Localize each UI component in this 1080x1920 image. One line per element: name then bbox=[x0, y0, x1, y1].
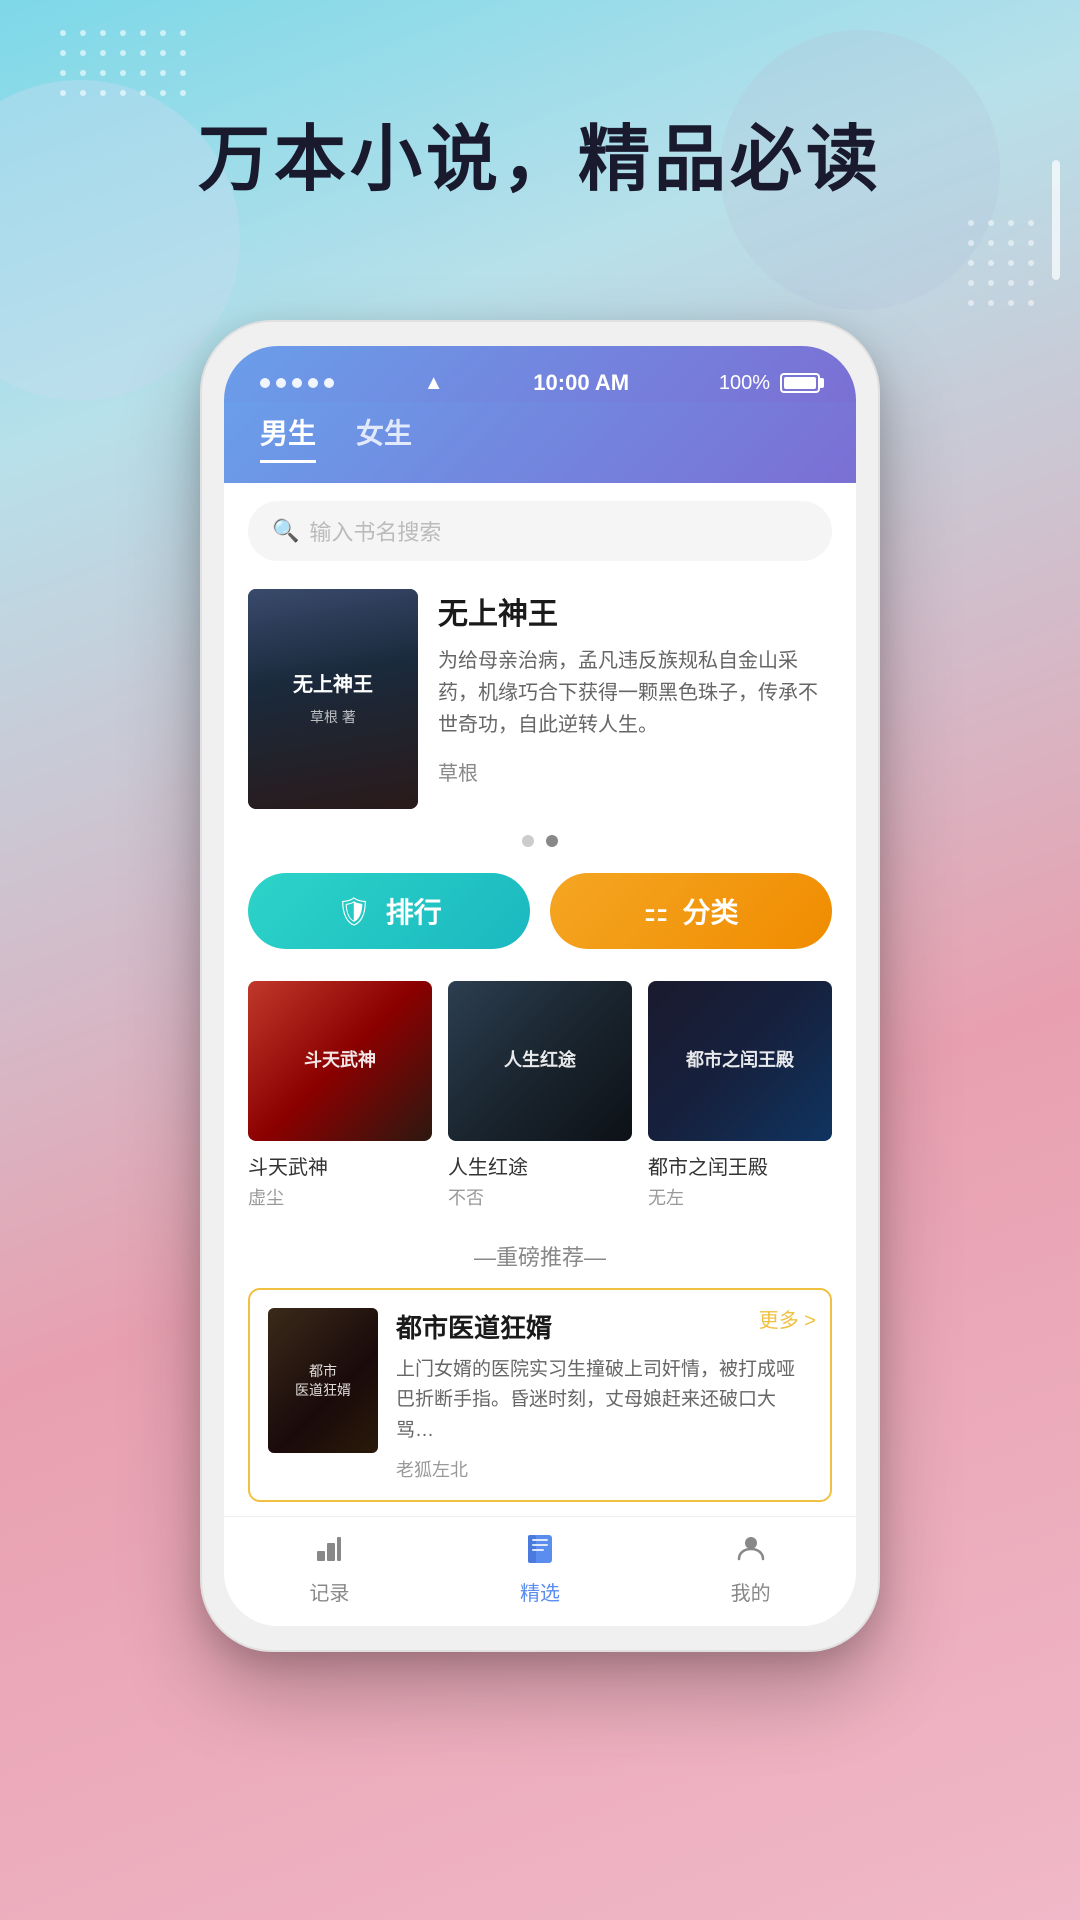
nav-label-mine: 我的 bbox=[731, 1577, 771, 1606]
featured-section: 无上神王 草根 著 无上神王 为给母亲治病，孟凡违反族规私自金山采药，机缘巧合下… bbox=[224, 579, 856, 819]
status-bar: ▲ 10:00 AM 100% bbox=[224, 346, 856, 402]
bg-dots-br bbox=[968, 220, 1040, 312]
status-right: 100% bbox=[719, 372, 820, 395]
bg-dots-tl bbox=[60, 30, 192, 102]
search-icon: 🔍 bbox=[272, 518, 299, 544]
recommendation-section: —重磅推荐— 更多 > 都市医道狂婿 都市医道狂婿 上门女婿的医院实习生撞破上司… bbox=[224, 1226, 856, 1516]
rec-cover-text: 都市医道狂婿 bbox=[291, 1358, 355, 1402]
book-author-2: 不否 bbox=[448, 1184, 632, 1210]
search-placeholder-text: 输入书名搜索 bbox=[309, 515, 441, 547]
cover-text-1: 斗天武神 bbox=[298, 1043, 382, 1078]
phone-inner: ▲ 10:00 AM 100% 男生 女生 🔍 输入书名搜索 bbox=[224, 346, 856, 1626]
tab-bar: 男生 女生 bbox=[224, 402, 856, 483]
phone-mockup: ▲ 10:00 AM 100% 男生 女生 🔍 输入书名搜索 bbox=[200, 320, 880, 1652]
book-name-1: 斗天武神 bbox=[248, 1151, 432, 1180]
cover-deco-1: 斗天武神 bbox=[248, 981, 432, 1141]
featured-title: 无上神王 bbox=[438, 589, 832, 633]
book-grid: 斗天武神 斗天武神 虚尘 人生红途 人生红途 不否 bbox=[224, 965, 856, 1226]
action-buttons: 🛡 排行 ⚏ 分类 bbox=[224, 857, 856, 965]
rank-button[interactable]: 🛡 排行 bbox=[248, 873, 530, 949]
book-grid-item-1[interactable]: 斗天武神 斗天武神 虚尘 bbox=[248, 981, 432, 1210]
category-icon: ⚏ bbox=[643, 895, 668, 928]
rec-title: 都市医道狂婿 bbox=[396, 1308, 812, 1345]
book-grid-item-2[interactable]: 人生红途 人生红途 不否 bbox=[448, 981, 632, 1210]
rec-divider: —重磅推荐— bbox=[248, 1240, 832, 1272]
featured-cover: 无上神王 草根 著 bbox=[248, 589, 418, 809]
signal-dots bbox=[260, 378, 334, 388]
featured-description: 为给母亲治病，孟凡违反族规私自金山采药，机缘巧合下获得一颗黑色珠子，传承不世奇功… bbox=[438, 645, 832, 741]
rank-icon: 🛡 bbox=[336, 895, 372, 928]
nav-item-featured[interactable]: 精选 bbox=[520, 1531, 560, 1606]
featured-cover-author: 草根 著 bbox=[310, 707, 356, 727]
dot-1 bbox=[522, 835, 534, 847]
nav-item-mine[interactable]: 我的 bbox=[731, 1531, 771, 1606]
cover-text-2: 人生红途 bbox=[498, 1043, 582, 1078]
book-cover-1: 斗天武神 bbox=[248, 981, 432, 1141]
book-author-3: 无左 bbox=[648, 1184, 832, 1210]
battery-icon bbox=[780, 373, 820, 393]
book-grid-item-3[interactable]: 都市之闰王殿 都市之闰王殿 无左 bbox=[648, 981, 832, 1210]
bottom-nav: 记录 精选 bbox=[224, 1516, 856, 1626]
featured-info: 无上神王 为给母亲治病，孟凡违反族规私自金山采药，机缘巧合下获得一颗黑色珠子，传… bbox=[438, 589, 832, 786]
category-button[interactable]: ⚏ 分类 bbox=[550, 873, 832, 949]
dot-2 bbox=[546, 835, 558, 847]
rec-description: 上门女婿的医院实习生撞破上司奸情，被打成哑巴折断手指。昏迷时刻，丈母娘赶来还破口… bbox=[396, 1355, 812, 1446]
book-name-2: 人生红途 bbox=[448, 1151, 632, 1180]
book-cover-3: 都市之闰王殿 bbox=[648, 981, 832, 1141]
hero-text: 万本小说，精品必读 bbox=[0, 100, 1080, 205]
tab-female[interactable]: 女生 bbox=[356, 412, 412, 463]
nav-icon-mine bbox=[735, 1531, 767, 1571]
more-button[interactable]: 更多 > bbox=[759, 1304, 816, 1333]
battery-fill bbox=[784, 377, 816, 389]
featured-card[interactable]: 无上神王 草根 著 无上神王 为给母亲治病，孟凡违反族规私自金山采药，机缘巧合下… bbox=[248, 589, 832, 809]
rank-label: 排行 bbox=[386, 891, 442, 931]
wifi-icon: ▲ bbox=[424, 372, 444, 395]
nav-label-records: 记录 bbox=[309, 1577, 349, 1606]
cover-text-3: 都市之闰王殿 bbox=[680, 1043, 800, 1078]
pagination-dots bbox=[224, 819, 856, 857]
search-bar[interactable]: 🔍 输入书名搜索 bbox=[248, 501, 832, 561]
book-cover-2: 人生红途 bbox=[448, 981, 632, 1141]
rec-info: 都市医道狂婿 上门女婿的医院实习生撞破上司奸情，被打成哑巴折断手指。昏迷时刻，丈… bbox=[396, 1308, 812, 1482]
featured-cover-inner: 无上神王 草根 著 bbox=[248, 589, 418, 809]
book-author-1: 虚尘 bbox=[248, 1184, 432, 1210]
cover-deco-3: 都市之闰王殿 bbox=[648, 981, 832, 1141]
status-time: 10:00 AM bbox=[533, 370, 629, 396]
nav-item-records[interactable]: 记录 bbox=[309, 1531, 349, 1606]
phone-outer: ▲ 10:00 AM 100% 男生 女生 🔍 输入书名搜索 bbox=[200, 320, 880, 1652]
featured-author: 草根 bbox=[438, 757, 832, 786]
cover-deco-2: 人生红途 bbox=[448, 981, 632, 1141]
featured-cover-title: 无上神王 bbox=[293, 671, 373, 699]
search-section: 🔍 输入书名搜索 bbox=[224, 483, 856, 579]
tab-male[interactable]: 男生 bbox=[260, 412, 316, 463]
nav-icon-records bbox=[313, 1531, 345, 1571]
nav-icon-featured bbox=[524, 1531, 556, 1571]
nav-label-featured: 精选 bbox=[520, 1577, 560, 1606]
book-name-3: 都市之闰王殿 bbox=[648, 1151, 832, 1180]
category-label: 分类 bbox=[683, 891, 739, 931]
rec-cover: 都市医道狂婿 bbox=[268, 1308, 378, 1453]
battery-percent: 100% bbox=[719, 372, 770, 395]
rec-card[interactable]: 更多 > 都市医道狂婿 都市医道狂婿 上门女婿的医院实习生撞破上司奸情，被打成哑… bbox=[248, 1288, 832, 1502]
rec-author: 老狐左北 bbox=[396, 1456, 812, 1482]
